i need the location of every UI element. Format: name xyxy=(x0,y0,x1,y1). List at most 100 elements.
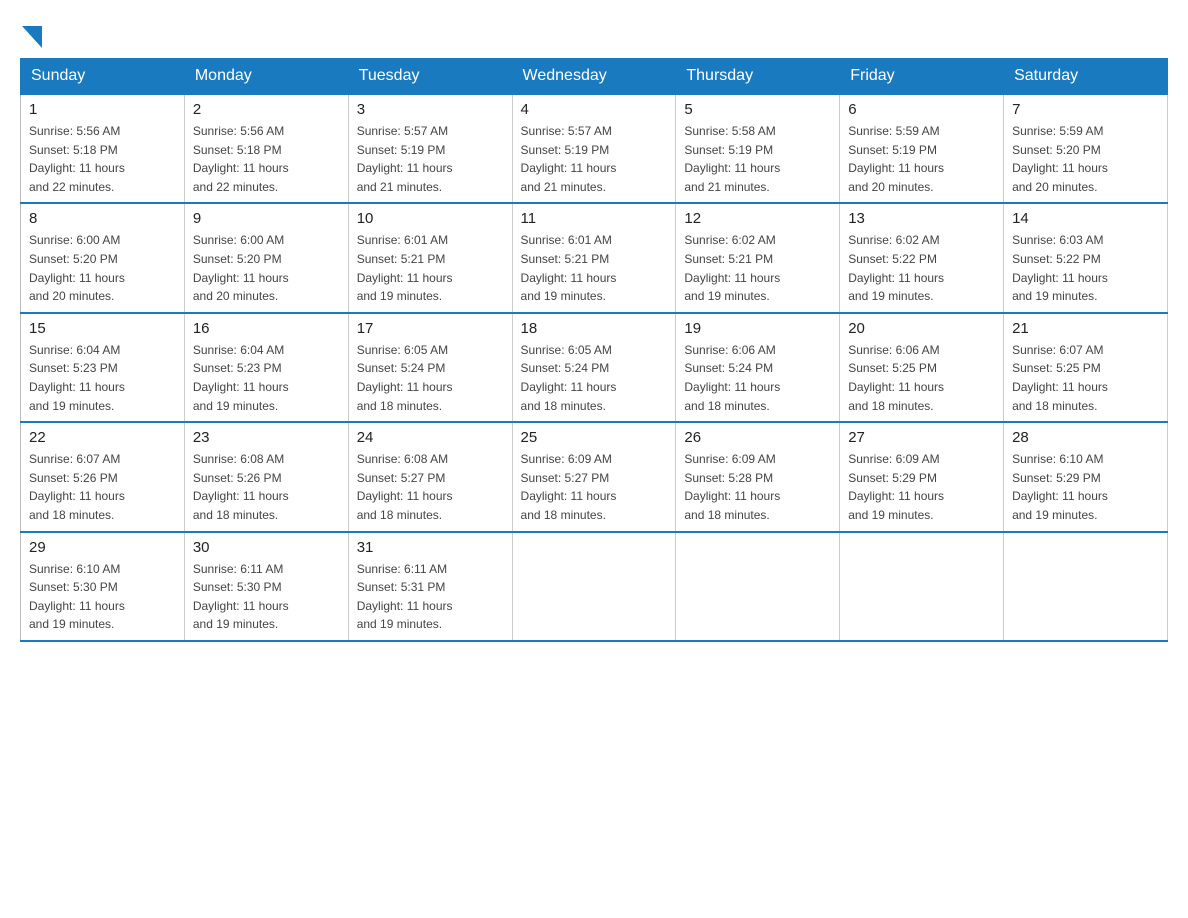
day-number: 10 xyxy=(357,210,504,227)
calendar-cell: 20 Sunrise: 6:06 AMSunset: 5:25 PMDaylig… xyxy=(840,313,1004,422)
calendar-cell: 24 Sunrise: 6:08 AMSunset: 5:27 PMDaylig… xyxy=(348,422,512,531)
day-info: Sunrise: 5:56 AMSunset: 5:18 PMDaylight:… xyxy=(29,122,176,196)
day-info: Sunrise: 6:06 AMSunset: 5:25 PMDaylight:… xyxy=(848,341,995,415)
day-info: Sunrise: 6:08 AMSunset: 5:27 PMDaylight:… xyxy=(357,450,504,524)
calendar-cell: 1 Sunrise: 5:56 AMSunset: 5:18 PMDayligh… xyxy=(21,94,185,203)
column-header-saturday: Saturday xyxy=(1004,59,1168,95)
calendar-cell: 10 Sunrise: 6:01 AMSunset: 5:21 PMDaylig… xyxy=(348,203,512,312)
calendar-cell: 9 Sunrise: 6:00 AMSunset: 5:20 PMDayligh… xyxy=(184,203,348,312)
day-info: Sunrise: 6:01 AMSunset: 5:21 PMDaylight:… xyxy=(357,231,504,305)
column-header-tuesday: Tuesday xyxy=(348,59,512,95)
calendar-cell: 21 Sunrise: 6:07 AMSunset: 5:25 PMDaylig… xyxy=(1004,313,1168,422)
calendar-header-row: SundayMondayTuesdayWednesdayThursdayFrid… xyxy=(21,59,1168,95)
calendar-cell: 14 Sunrise: 6:03 AMSunset: 5:22 PMDaylig… xyxy=(1004,203,1168,312)
day-number: 22 xyxy=(29,429,176,446)
day-info: Sunrise: 6:10 AMSunset: 5:29 PMDaylight:… xyxy=(1012,450,1159,524)
day-number: 16 xyxy=(193,320,340,337)
day-number: 25 xyxy=(521,429,668,446)
column-header-thursday: Thursday xyxy=(676,59,840,95)
day-info: Sunrise: 6:10 AMSunset: 5:30 PMDaylight:… xyxy=(29,560,176,634)
calendar-cell: 30 Sunrise: 6:11 AMSunset: 5:30 PMDaylig… xyxy=(184,532,348,641)
column-header-friday: Friday xyxy=(840,59,1004,95)
calendar-cell: 3 Sunrise: 5:57 AMSunset: 5:19 PMDayligh… xyxy=(348,94,512,203)
calendar-table: SundayMondayTuesdayWednesdayThursdayFrid… xyxy=(20,58,1168,642)
day-number: 11 xyxy=(521,210,668,227)
day-info: Sunrise: 6:03 AMSunset: 5:22 PMDaylight:… xyxy=(1012,231,1159,305)
day-info: Sunrise: 5:59 AMSunset: 5:20 PMDaylight:… xyxy=(1012,122,1159,196)
day-info: Sunrise: 6:02 AMSunset: 5:22 PMDaylight:… xyxy=(848,231,995,305)
calendar-cell: 12 Sunrise: 6:02 AMSunset: 5:21 PMDaylig… xyxy=(676,203,840,312)
day-number: 26 xyxy=(684,429,831,446)
day-info: Sunrise: 6:07 AMSunset: 5:25 PMDaylight:… xyxy=(1012,341,1159,415)
calendar-week-row: 1 Sunrise: 5:56 AMSunset: 5:18 PMDayligh… xyxy=(21,94,1168,203)
calendar-cell: 31 Sunrise: 6:11 AMSunset: 5:31 PMDaylig… xyxy=(348,532,512,641)
day-number: 3 xyxy=(357,101,504,118)
day-number: 20 xyxy=(848,320,995,337)
logo-arrow-icon xyxy=(22,26,42,48)
calendar-cell xyxy=(676,532,840,641)
calendar-cell: 23 Sunrise: 6:08 AMSunset: 5:26 PMDaylig… xyxy=(184,422,348,531)
day-info: Sunrise: 5:56 AMSunset: 5:18 PMDaylight:… xyxy=(193,122,340,196)
day-number: 5 xyxy=(684,101,831,118)
day-info: Sunrise: 6:04 AMSunset: 5:23 PMDaylight:… xyxy=(193,341,340,415)
day-info: Sunrise: 6:06 AMSunset: 5:24 PMDaylight:… xyxy=(684,341,831,415)
day-number: 23 xyxy=(193,429,340,446)
calendar-cell: 8 Sunrise: 6:00 AMSunset: 5:20 PMDayligh… xyxy=(21,203,185,312)
day-info: Sunrise: 6:11 AMSunset: 5:30 PMDaylight:… xyxy=(193,560,340,634)
calendar-cell: 4 Sunrise: 5:57 AMSunset: 5:19 PMDayligh… xyxy=(512,94,676,203)
calendar-cell xyxy=(512,532,676,641)
day-number: 19 xyxy=(684,320,831,337)
day-info: Sunrise: 6:05 AMSunset: 5:24 PMDaylight:… xyxy=(521,341,668,415)
calendar-cell: 2 Sunrise: 5:56 AMSunset: 5:18 PMDayligh… xyxy=(184,94,348,203)
day-number: 12 xyxy=(684,210,831,227)
day-number: 6 xyxy=(848,101,995,118)
day-number: 18 xyxy=(521,320,668,337)
calendar-cell: 11 Sunrise: 6:01 AMSunset: 5:21 PMDaylig… xyxy=(512,203,676,312)
day-number: 4 xyxy=(521,101,668,118)
day-number: 7 xyxy=(1012,101,1159,118)
calendar-cell: 27 Sunrise: 6:09 AMSunset: 5:29 PMDaylig… xyxy=(840,422,1004,531)
logo xyxy=(20,20,42,48)
calendar-cell: 26 Sunrise: 6:09 AMSunset: 5:28 PMDaylig… xyxy=(676,422,840,531)
day-number: 14 xyxy=(1012,210,1159,227)
day-info: Sunrise: 6:08 AMSunset: 5:26 PMDaylight:… xyxy=(193,450,340,524)
calendar-cell: 5 Sunrise: 5:58 AMSunset: 5:19 PMDayligh… xyxy=(676,94,840,203)
column-header-monday: Monday xyxy=(184,59,348,95)
calendar-week-row: 8 Sunrise: 6:00 AMSunset: 5:20 PMDayligh… xyxy=(21,203,1168,312)
calendar-cell: 6 Sunrise: 5:59 AMSunset: 5:19 PMDayligh… xyxy=(840,94,1004,203)
calendar-week-row: 22 Sunrise: 6:07 AMSunset: 5:26 PMDaylig… xyxy=(21,422,1168,531)
page-header xyxy=(20,20,1168,48)
day-info: Sunrise: 6:00 AMSunset: 5:20 PMDaylight:… xyxy=(193,231,340,305)
day-info: Sunrise: 5:59 AMSunset: 5:19 PMDaylight:… xyxy=(848,122,995,196)
day-number: 15 xyxy=(29,320,176,337)
calendar-cell: 28 Sunrise: 6:10 AMSunset: 5:29 PMDaylig… xyxy=(1004,422,1168,531)
day-info: Sunrise: 6:09 AMSunset: 5:29 PMDaylight:… xyxy=(848,450,995,524)
day-info: Sunrise: 5:58 AMSunset: 5:19 PMDaylight:… xyxy=(684,122,831,196)
day-info: Sunrise: 6:01 AMSunset: 5:21 PMDaylight:… xyxy=(521,231,668,305)
calendar-cell: 25 Sunrise: 6:09 AMSunset: 5:27 PMDaylig… xyxy=(512,422,676,531)
day-number: 30 xyxy=(193,539,340,556)
day-number: 28 xyxy=(1012,429,1159,446)
calendar-cell: 18 Sunrise: 6:05 AMSunset: 5:24 PMDaylig… xyxy=(512,313,676,422)
calendar-cell: 16 Sunrise: 6:04 AMSunset: 5:23 PMDaylig… xyxy=(184,313,348,422)
day-number: 2 xyxy=(193,101,340,118)
calendar-cell xyxy=(1004,532,1168,641)
column-header-wednesday: Wednesday xyxy=(512,59,676,95)
day-number: 13 xyxy=(848,210,995,227)
column-header-sunday: Sunday xyxy=(21,59,185,95)
day-info: Sunrise: 6:07 AMSunset: 5:26 PMDaylight:… xyxy=(29,450,176,524)
day-info: Sunrise: 6:02 AMSunset: 5:21 PMDaylight:… xyxy=(684,231,831,305)
day-number: 29 xyxy=(29,539,176,556)
day-info: Sunrise: 6:04 AMSunset: 5:23 PMDaylight:… xyxy=(29,341,176,415)
calendar-week-row: 15 Sunrise: 6:04 AMSunset: 5:23 PMDaylig… xyxy=(21,313,1168,422)
day-info: Sunrise: 6:11 AMSunset: 5:31 PMDaylight:… xyxy=(357,560,504,634)
day-info: Sunrise: 5:57 AMSunset: 5:19 PMDaylight:… xyxy=(521,122,668,196)
calendar-cell xyxy=(840,532,1004,641)
day-info: Sunrise: 6:00 AMSunset: 5:20 PMDaylight:… xyxy=(29,231,176,305)
day-number: 31 xyxy=(357,539,504,556)
day-info: Sunrise: 6:05 AMSunset: 5:24 PMDaylight:… xyxy=(357,341,504,415)
day-number: 9 xyxy=(193,210,340,227)
calendar-cell: 19 Sunrise: 6:06 AMSunset: 5:24 PMDaylig… xyxy=(676,313,840,422)
calendar-week-row: 29 Sunrise: 6:10 AMSunset: 5:30 PMDaylig… xyxy=(21,532,1168,641)
calendar-cell: 17 Sunrise: 6:05 AMSunset: 5:24 PMDaylig… xyxy=(348,313,512,422)
